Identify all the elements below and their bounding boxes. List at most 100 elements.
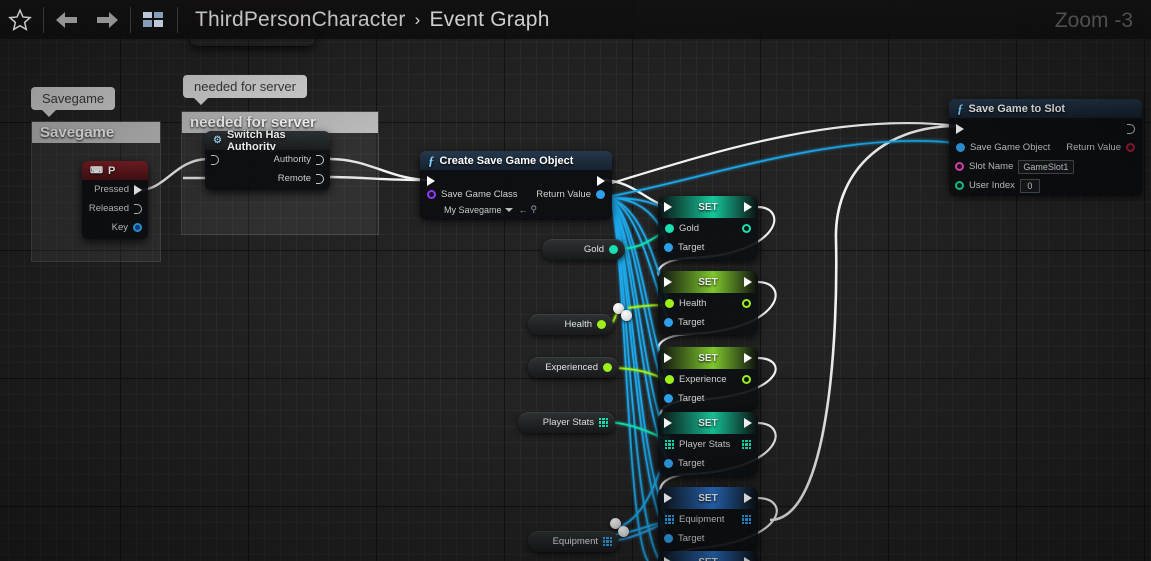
back-arrow-icon[interactable] [47, 0, 87, 39]
exec-out-pin[interactable] [744, 353, 752, 363]
create-save-game-object-node[interactable]: ƒ Create Save Game Object Save Game Clas… [420, 151, 612, 220]
experienced-out-pin[interactable] [603, 363, 612, 372]
exec-out-pin[interactable] [744, 277, 752, 287]
player-stats-getter[interactable]: Player Stats [518, 412, 615, 433]
exec-pin-remote[interactable] [316, 173, 324, 184]
value-in-pin[interactable] [665, 440, 674, 449]
health-out-pin[interactable] [597, 320, 606, 329]
exec-in-pin[interactable] [664, 202, 672, 212]
wire-reroute-node[interactable] [621, 310, 632, 321]
set-node-title: SET [698, 352, 718, 364]
key-struct-pin[interactable] [133, 223, 142, 232]
getter-label: Gold [583, 244, 604, 255]
class-dropdown[interactable]: My Savegame [444, 205, 513, 215]
gear-icon: ⚙ [213, 135, 222, 146]
pin-label: Health [679, 298, 707, 309]
set-node[interactable]: SET Equipment Target [658, 487, 758, 551]
exec-pin-pressed[interactable] [134, 184, 142, 195]
class-pin[interactable] [427, 190, 436, 199]
equipment-getter[interactable]: Equipment [528, 531, 619, 552]
slot-name-input[interactable]: GameSlot1 [1018, 159, 1075, 174]
exec-row [420, 172, 612, 189]
slot-name-pin[interactable] [955, 162, 964, 171]
gold-out-pin[interactable] [609, 245, 618, 254]
search-icon[interactable]: ⚲ [531, 204, 538, 215]
user-index-pin[interactable] [955, 181, 964, 190]
wire-reroute-node[interactable] [618, 526, 629, 537]
breadcrumb: ThirdPersonCharacter › Event Graph [195, 8, 550, 32]
exec-out-pin[interactable] [744, 418, 752, 428]
exec-in-pin[interactable] [664, 493, 672, 503]
value-in-pin[interactable] [665, 515, 674, 524]
set-node[interactable]: SET Gold Target [658, 196, 758, 260]
value-in-pin[interactable] [665, 299, 674, 308]
switch-has-authority-node[interactable]: ⚙ Switch Has Authority Authority Remote [205, 128, 330, 190]
exec-in-pin[interactable] [956, 124, 964, 134]
value-out-pin[interactable] [742, 299, 751, 308]
exec-out-pin[interactable] [597, 175, 605, 186]
chevron-down-icon [504, 207, 513, 212]
equipment-out-pin[interactable] [603, 537, 612, 546]
return-value-pin[interactable] [596, 190, 605, 199]
pin-row-value: Equipment [658, 510, 758, 529]
set-node-title: SET [698, 492, 718, 504]
pin-row-target: Target [658, 389, 758, 408]
forward-arrow-icon[interactable] [87, 0, 127, 39]
value-out-pin[interactable] [742, 440, 751, 449]
node-title: P [108, 164, 116, 177]
value-in-pin[interactable] [665, 224, 674, 233]
set-node[interactable]: SET [658, 551, 758, 561]
value-in-pin[interactable] [665, 375, 674, 384]
target-in-pin[interactable] [664, 459, 673, 468]
exec-in-pin[interactable] [211, 154, 219, 165]
target-in-pin[interactable] [664, 243, 673, 252]
exec-out-pin[interactable] [744, 557, 752, 561]
experienced-getter[interactable]: Experienced [528, 357, 619, 378]
pin-row-pressed: Pressed [82, 180, 148, 199]
set-node[interactable]: SET Experience Target [658, 347, 758, 411]
exec-out-pin[interactable] [744, 202, 752, 212]
pin-row-value: Player Stats [658, 435, 758, 454]
exec-out-pin[interactable] [1127, 124, 1135, 134]
event-graph-canvas[interactable] [0, 0, 1151, 561]
target-in-pin[interactable] [664, 318, 673, 327]
value-out-pin[interactable] [742, 515, 751, 524]
function-f-icon: ƒ [957, 100, 964, 116]
pin-row-target: Target [658, 313, 758, 332]
set-node-title: SET [698, 417, 718, 429]
return-value-pin[interactable] [1126, 143, 1135, 152]
breadcrumb-graph[interactable]: Event Graph [429, 8, 549, 32]
target-in-pin[interactable] [664, 534, 673, 543]
browse-to-asset-icon[interactable]: ← [519, 205, 528, 215]
node-header: ƒ Save Game to Slot [949, 99, 1142, 118]
blueprint-grid-icon[interactable] [134, 0, 174, 39]
node-title: Switch Has Authority [226, 128, 286, 153]
save-game-object-pin[interactable] [956, 143, 965, 152]
exec-in-pin[interactable] [427, 175, 435, 186]
gold-getter[interactable]: Gold [542, 239, 625, 260]
value-out-pin[interactable] [742, 224, 751, 233]
favorite-star-icon[interactable] [0, 0, 40, 39]
set-node[interactable]: SET Player Stats Target [658, 412, 758, 476]
target-in-pin[interactable] [664, 394, 673, 403]
getter-label: Experienced [545, 362, 598, 373]
exec-out-pin[interactable] [744, 493, 752, 503]
set-node[interactable]: SET Health Target [658, 271, 758, 335]
pin-label: Remote [277, 173, 311, 184]
exec-in-pin[interactable] [664, 353, 672, 363]
pin-row-target: Target [658, 454, 758, 473]
value-out-pin[interactable] [742, 375, 751, 384]
exec-in-pin[interactable] [664, 277, 672, 287]
breadcrumb-blueprint[interactable]: ThirdPersonCharacter [195, 8, 406, 32]
exec-pin-authority[interactable] [316, 154, 324, 165]
player-stats-out-pin[interactable] [599, 418, 608, 427]
health-getter[interactable]: Health [528, 314, 613, 335]
exec-pin-released[interactable] [134, 203, 142, 214]
exec-in-pin[interactable] [664, 418, 672, 428]
exec-in-pin[interactable] [664, 557, 672, 561]
input-key-p-node[interactable]: ⌨ P Pressed Released Key [82, 161, 148, 239]
set-node-title: SET [698, 276, 718, 288]
pin-label: Return Value [1066, 142, 1121, 153]
user-index-input[interactable]: 0 [1019, 178, 1040, 193]
save-game-to-slot-node[interactable]: ƒ Save Game to Slot Save Game Object Ret… [949, 99, 1142, 196]
